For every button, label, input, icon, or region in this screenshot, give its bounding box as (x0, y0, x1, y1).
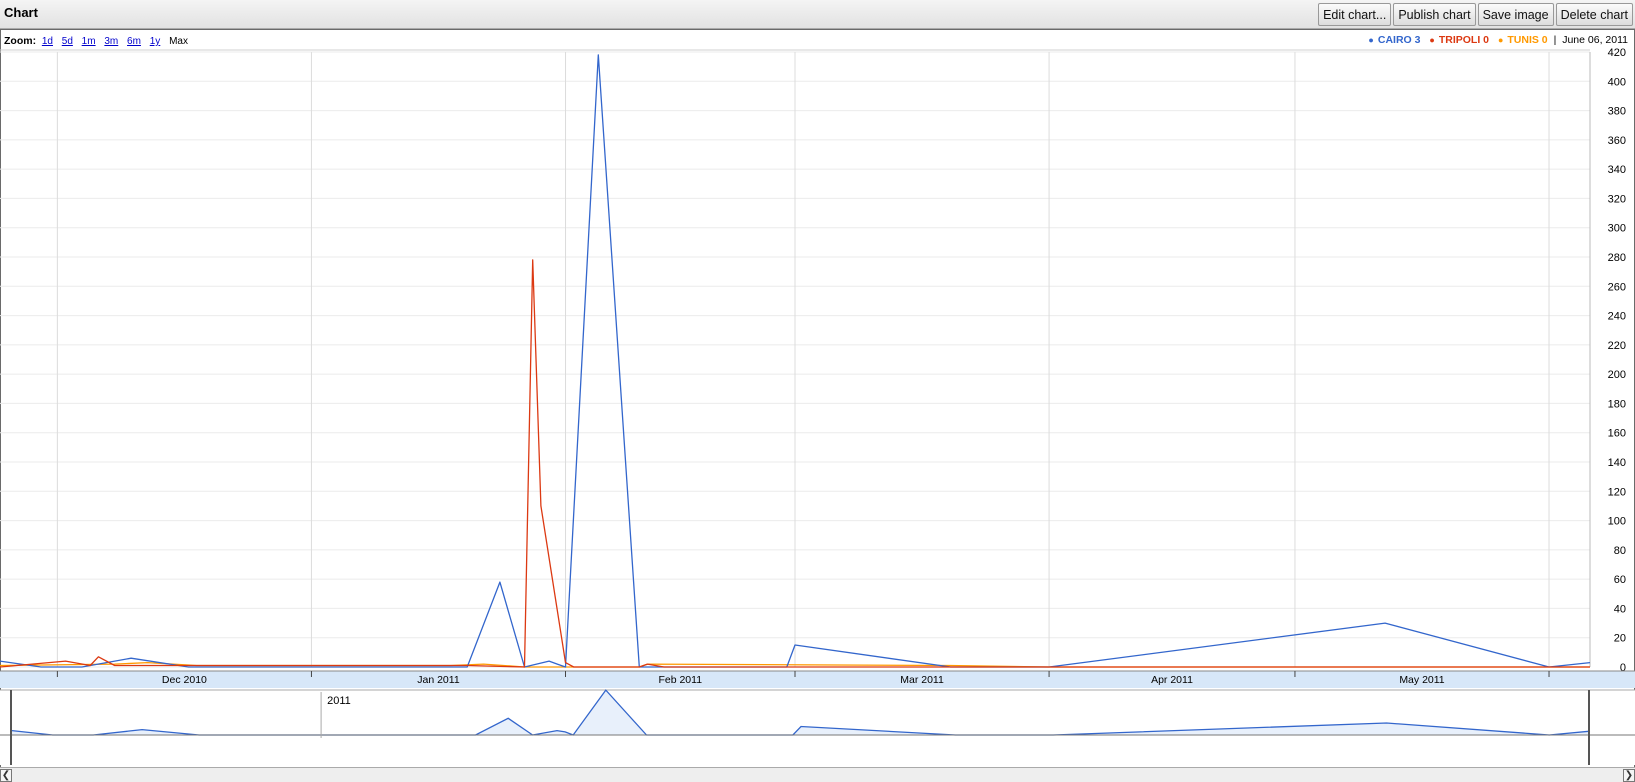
y-tick-label: 220 (1608, 340, 1626, 352)
x-tick-label: Feb 2011 (658, 674, 702, 686)
x-tick-label: Jan 2011 (417, 674, 460, 686)
range-scrollbar[interactable]: ❮ ❯ (0, 767, 1635, 782)
legend-separator: | (1553, 34, 1557, 46)
zoom-max-active: Max (169, 36, 188, 47)
legend-name: TUNIS (1507, 34, 1539, 46)
y-tick-label: 340 (1608, 164, 1626, 176)
y-tick-label: 140 (1608, 457, 1626, 469)
legend-dot-icon: ● (1497, 35, 1504, 45)
zoom-5d-link[interactable]: 5d (62, 36, 73, 47)
y-tick-label: 60 (1614, 574, 1626, 586)
legend-name: CAIRO (1377, 34, 1412, 46)
overview-year-label: 2011 (327, 695, 351, 707)
y-tick-label: 160 (1608, 428, 1626, 440)
y-tick-label: 360 (1608, 135, 1626, 147)
y-tick-label: 400 (1608, 76, 1626, 88)
legend-item-tunis: ● TUNIS 0 (1498, 34, 1548, 46)
zoom-1y-link[interactable]: 1y (150, 36, 161, 47)
zoom-1d-link[interactable]: 1d (42, 36, 53, 47)
zoom-label: Zoom: (4, 35, 37, 47)
scroll-left-icon[interactable]: ❮ (0, 769, 12, 782)
legend-name: TRIPOLI (1438, 34, 1481, 46)
zoom-6m-link[interactable]: 6m (127, 36, 141, 47)
scroll-right-icon[interactable]: ❯ (1623, 769, 1635, 782)
y-tick-label: 100 (1608, 516, 1626, 528)
y-tick-label: 80 (1614, 545, 1626, 557)
x-axis-band (0, 671, 1635, 688)
legend-dot-icon: ● (1368, 35, 1374, 45)
y-tick-label: 120 (1608, 486, 1626, 498)
y-tick-label: 420 (1608, 47, 1626, 59)
y-tick-label: 260 (1608, 281, 1626, 293)
y-tick-label: 180 (1608, 398, 1626, 410)
line-chart: 0204060801001201401601802002202402602803… (0, 47, 1635, 765)
y-tick-label: 380 (1608, 106, 1626, 118)
zoom-1m-link[interactable]: 1m (82, 36, 96, 47)
y-tick-label: 40 (1614, 603, 1626, 615)
legend-item-tripoli: ● TRIPOLI 0 (1429, 34, 1489, 46)
legend-value: 0 (1541, 34, 1548, 46)
zoom-controls: Zoom: 1d 5d 1m 3m 6m 1y Max (4, 35, 188, 47)
y-tick-label: 200 (1608, 369, 1626, 381)
x-tick-label: Mar 2011 (900, 674, 944, 686)
x-tick-label: Dec 2010 (162, 674, 207, 686)
zoom-3m-link[interactable]: 3m (104, 36, 118, 47)
y-tick-label: 300 (1608, 223, 1626, 235)
x-tick-label: May 2011 (1399, 674, 1444, 686)
y-tick-label: 280 (1608, 252, 1626, 264)
legend-dot-icon: ● (1429, 35, 1435, 45)
legend-value: 3 (1414, 34, 1421, 46)
y-tick-label: 240 (1608, 311, 1626, 323)
x-tick-label: Apr 2011 (1151, 674, 1193, 686)
current-date: June 06, 2011 (1562, 34, 1628, 46)
y-tick-label: 20 (1614, 633, 1626, 645)
legend-item-cairo: ● CAIRO 3 (1368, 34, 1420, 46)
legend-value: 0 (1483, 34, 1490, 46)
legend: ● CAIRO 3 ● TRIPOLI 0 ● TUNIS 0 | June 06, … (1362, 34, 1628, 46)
y-tick-label: 320 (1608, 193, 1626, 205)
